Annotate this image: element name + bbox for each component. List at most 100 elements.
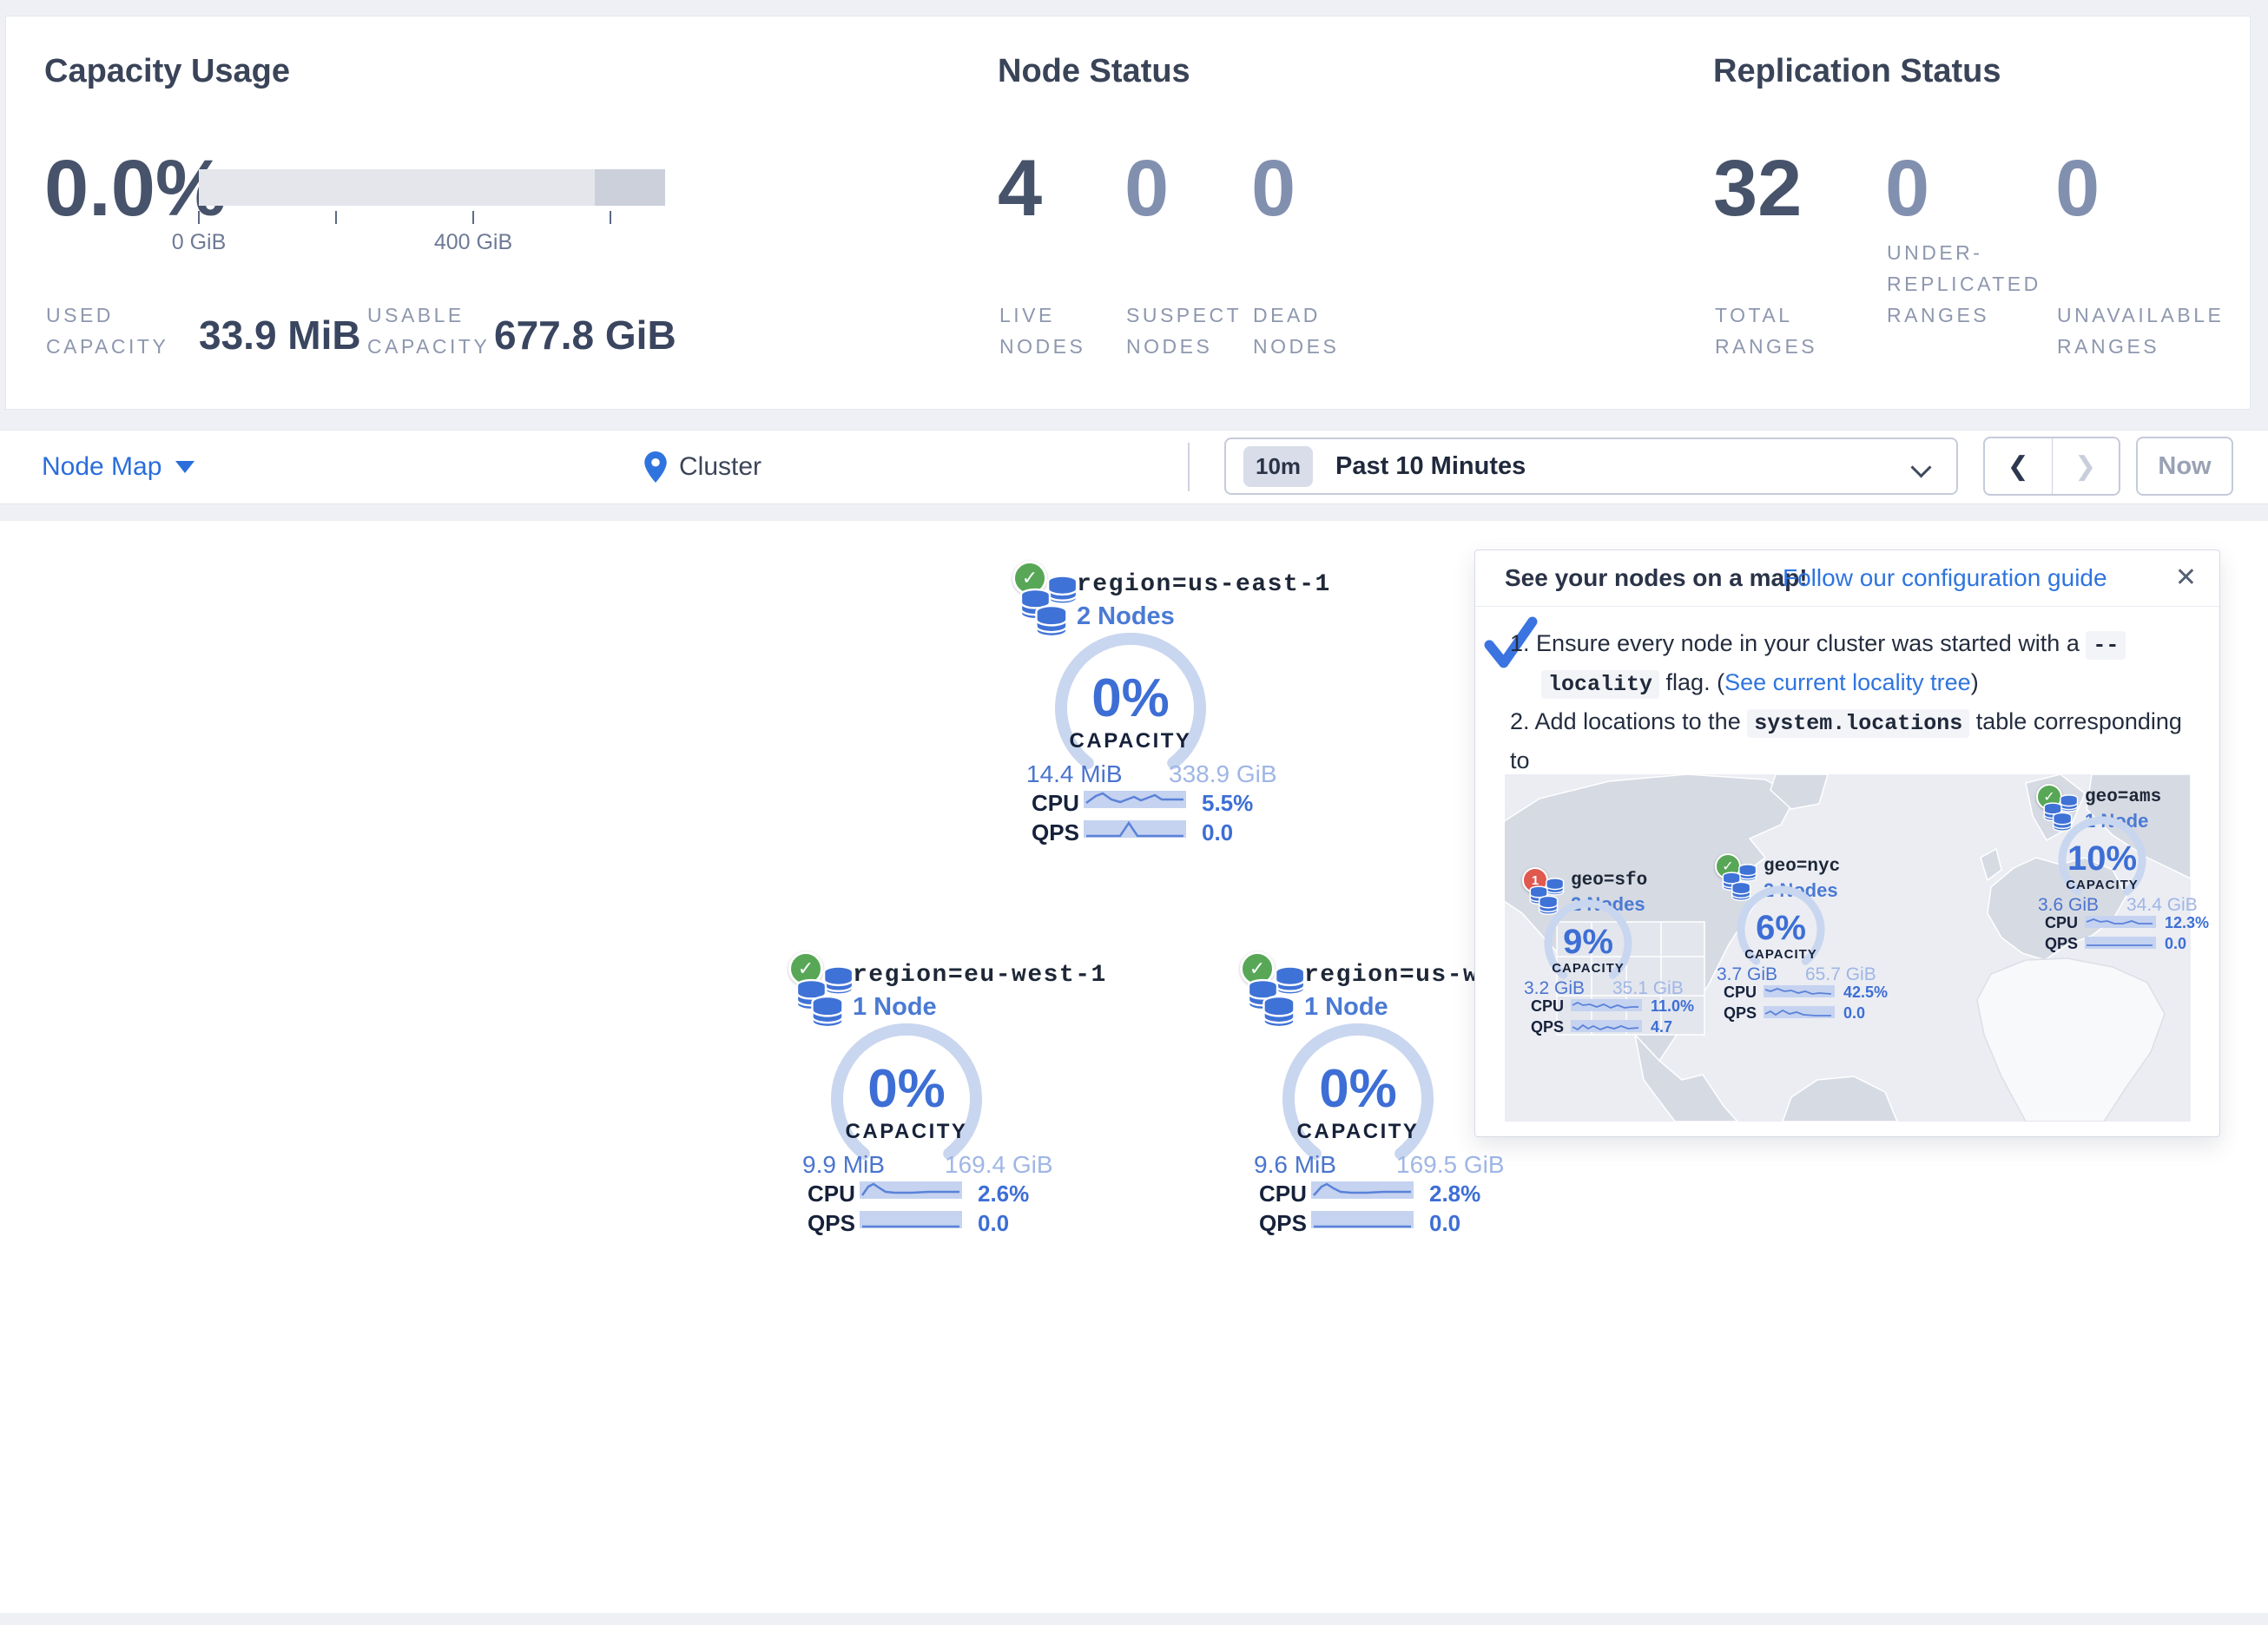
qps-sparkline: [1571, 1018, 1642, 1034]
step-text: ): [1971, 669, 1979, 695]
step-text: Add locations to the: [1535, 708, 1748, 734]
map-pin-icon: [644, 451, 667, 483]
breadcrumb[interactable]: Cluster: [644, 431, 761, 503]
cpu-value: 5.5%: [1202, 790, 1253, 817]
locality-name: geo=sfo: [1571, 871, 1647, 891]
configuration-guide-link[interactable]: Follow our configuration guide: [1783, 564, 2107, 592]
cpu-label: CPU: [2045, 914, 2078, 932]
cpu-value: 12.3%: [2165, 914, 2209, 932]
cpu-value: 2.6%: [978, 1181, 1029, 1207]
locality-name: geo=nyc: [1764, 857, 1840, 877]
step-number: 1.: [1510, 630, 1530, 656]
capacity-label: CAPACITY: [820, 1120, 993, 1144]
capacity-tick: [335, 211, 337, 224]
used-capacity: 9.9 MiB: [802, 1151, 885, 1179]
qps-sparkline: [1311, 1208, 1414, 1231]
dead-nodes-value: 0: [1251, 148, 1296, 228]
now-button[interactable]: Now: [2136, 437, 2233, 496]
locality-name: geo=ams: [2085, 787, 2161, 807]
used-capacity: 3.7 GiB: [1717, 964, 1777, 985]
region-nodes-link[interactable]: 2 Nodes: [1077, 602, 1175, 631]
capacity-tick-label-0: 0 GiB: [172, 230, 227, 255]
capacity-tick: [610, 211, 611, 224]
capacity-percent: 9%: [1536, 924, 1640, 959]
suspect-nodes-value: 0: [1124, 148, 1169, 228]
capacity-percent: 0%: [1271, 1062, 1445, 1116]
capacity-percent: 6%: [1729, 911, 1833, 945]
step-number: 2.: [1510, 708, 1530, 734]
under-replicated-label: UNDER- REPLICATED RANGES: [1887, 237, 2041, 331]
mini-region-nyc: ✓ geo=nyc 2 Nodes 6% CAPACITY 3.7 GiB 65…: [1715, 853, 1899, 1027]
capacity-label: CAPACITY: [1044, 729, 1217, 753]
cpu-sparkline: [1764, 984, 1835, 999]
qps-value: 0.0: [2165, 935, 2186, 953]
code-chip: locality: [1541, 670, 1659, 699]
qps-value: 0.0: [978, 1210, 1009, 1237]
qps-label: QPS: [2045, 935, 2078, 953]
live-nodes-value: 4: [998, 148, 1042, 228]
qps-value: 0.0: [1843, 1004, 1865, 1023]
mini-region-ams: ✓ geo=ams 1 Node 10% CAPACITY 3.6 GiB 34…: [2036, 784, 2220, 957]
close-icon[interactable]: ✕: [2175, 562, 2197, 593]
used-capacity-value: 33.9 MiB: [199, 312, 361, 359]
code-chip: system.locations: [1747, 709, 1969, 738]
chevron-down-icon: [1910, 457, 1931, 477]
used-capacity-label: USED CAPACITY: [46, 299, 168, 362]
used-capacity: 14.4 MiB: [1026, 760, 1123, 788]
step-text: flag. (: [1659, 669, 1724, 695]
cpu-label: CPU: [1531, 997, 1564, 1016]
popup-header: See your nodes on a map! Follow our conf…: [1475, 550, 2219, 607]
region-nodes-link[interactable]: 1 Node: [1304, 993, 1388, 1022]
unavailable-ranges-value: 0: [2055, 148, 2100, 228]
time-range-badge: 10m: [1243, 446, 1313, 487]
mini-region-sfo: 1 geo=sfo 2 Nodes 9% CAPACITY 3.2 GiB 35…: [1522, 867, 1706, 1041]
capacity-bar-reserved: [595, 169, 665, 206]
time-next-button[interactable]: ❯: [2053, 438, 2120, 494]
total-capacity: 35.1 GiB: [1612, 978, 1684, 999]
code-chip: --: [2086, 631, 2126, 660]
time-range-dropdown[interactable]: 10m Past 10 Minutes: [1224, 438, 1958, 495]
step-text: Ensure every node in your cluster was st…: [1536, 630, 2086, 656]
view-mode-dropdown[interactable]: Node Map: [42, 431, 194, 503]
cpu-value: 42.5%: [1843, 984, 1888, 1002]
breadcrumb-label: Cluster: [679, 452, 761, 482]
used-capacity: 3.6 GiB: [2038, 895, 2099, 916]
capacity-label: CAPACITY: [1536, 961, 1640, 976]
node-status-title: Node Status: [998, 53, 1190, 90]
suspect-nodes-label: SUSPECT NODES: [1126, 299, 1242, 362]
region-group-us-east-1: ✓ region=us-east-1 2 Nodes 0% CAPACITY 1…: [1007, 562, 1302, 858]
cpu-label: CPU: [1724, 984, 1757, 1002]
region-name: region=us-east-1: [1077, 571, 1331, 598]
under-replicated-value: 0: [1885, 148, 1929, 228]
qps-value: 0.0: [1429, 1210, 1460, 1237]
replication-status-title: Replication Status: [1713, 53, 2001, 90]
qps-sparkline: [1084, 818, 1186, 840]
database-stack-icon: [795, 965, 856, 1030]
capacity-percent: 10%: [2050, 841, 2154, 876]
cpu-sparkline: [860, 1179, 962, 1201]
qps-sparkline: [2085, 935, 2156, 951]
live-nodes-label: LIVE NODES: [999, 299, 1085, 362]
toolbar-divider: [1188, 443, 1190, 491]
capacity-percent: 0%: [820, 1062, 993, 1116]
cpu-label: CPU: [1032, 790, 1079, 817]
database-stack-icon: [1019, 575, 1080, 639]
region-nodes-link[interactable]: 1 Node: [853, 993, 937, 1022]
used-capacity: 9.6 MiB: [1254, 1151, 1336, 1179]
total-capacity: 169.4 GiB: [945, 1151, 1053, 1179]
qps-label: QPS: [808, 1210, 855, 1237]
locality-tree-link[interactable]: See current locality tree: [1724, 669, 1971, 695]
qps-label: QPS: [1724, 1004, 1757, 1023]
total-ranges-value: 32: [1713, 148, 1802, 228]
capacity-tick: [198, 211, 200, 224]
time-nav-buttons: ❮ ❯: [1983, 437, 2120, 496]
time-prev-button[interactable]: ❮: [1985, 438, 2053, 494]
cpu-sparkline: [1311, 1179, 1414, 1201]
used-capacity: 3.2 GiB: [1524, 978, 1585, 999]
capacity-usage-title: Capacity Usage: [44, 53, 290, 90]
database-stack-icon: [1247, 965, 1308, 1030]
cpu-value: 2.8%: [1429, 1181, 1480, 1207]
cpu-sparkline: [1084, 788, 1186, 811]
caret-down-icon: [175, 461, 194, 473]
unavailable-ranges-label: UNAVAILABLE RANGES: [2057, 299, 2224, 362]
